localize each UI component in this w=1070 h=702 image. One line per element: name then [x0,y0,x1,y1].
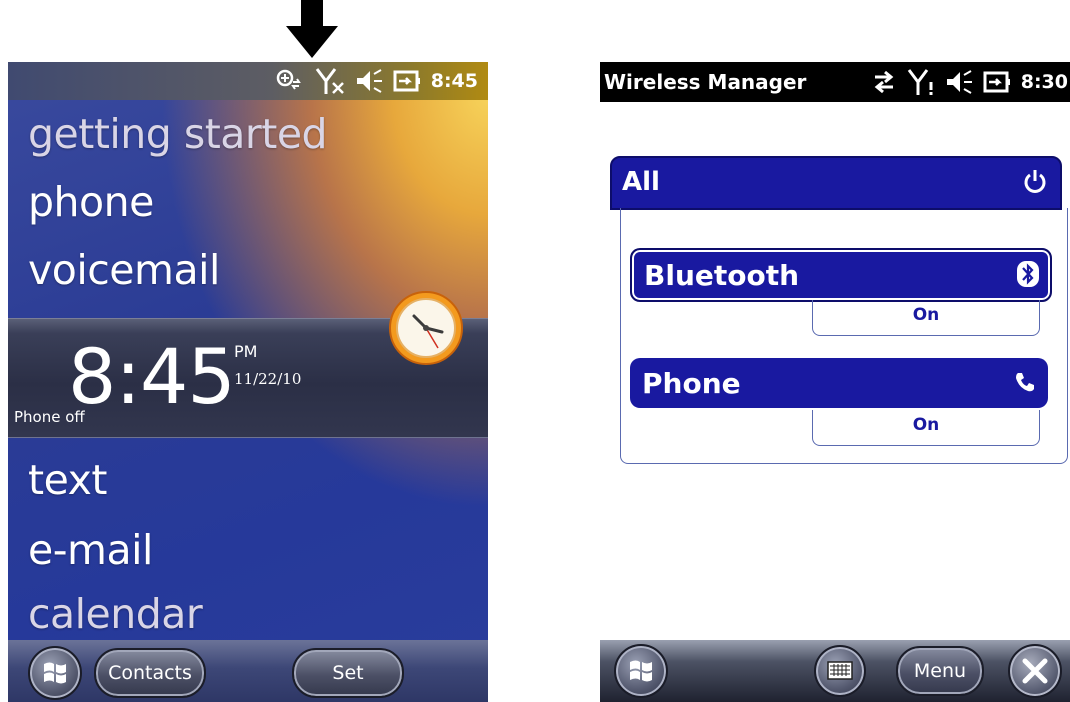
start-button[interactable] [28,646,82,700]
softkey-bar: Contacts Set [8,640,488,702]
bluetooth-toggle[interactable]: Bluetooth [630,248,1052,302]
data-arrows-icon[interactable] [871,69,897,95]
title-bar: Wireless Manager 8:30 [600,62,1070,102]
bluetooth-state[interactable]: On [812,300,1040,336]
clock-date: 11/22/10 [234,370,302,388]
volume-muted-icon[interactable] [355,68,383,94]
contacts-button[interactable]: Contacts [94,648,206,698]
phone-toggle[interactable]: Phone [630,358,1048,408]
clock-ampm: PM [234,342,258,361]
menu-item-text[interactable]: text [28,456,107,504]
status-bar: 8:45 [8,62,488,100]
all-label: All [622,167,660,197]
roaming-icon[interactable] [275,68,305,94]
close-icon [1022,658,1048,684]
keyboard-icon [827,661,853,680]
menu-item-voicemail[interactable]: voicemail [28,246,220,294]
volume-muted-icon[interactable] [945,69,973,95]
status-time[interactable]: 8:45 [431,70,478,92]
app-title: Wireless Manager [604,70,807,94]
menu-item-phone[interactable]: phone [28,178,154,226]
wireless-manager-screen: Wireless Manager 8:30 All Bluetooth On P… [600,62,1070,702]
menu-item-e-mail[interactable]: e-mail [28,526,153,574]
menu-item-calendar[interactable]: calendar [28,590,203,638]
start-button[interactable] [614,644,668,698]
menu-item-getting-started[interactable]: getting started [28,110,328,158]
bluetooth-icon [1017,261,1039,287]
battery-charging-icon[interactable] [983,70,1011,94]
today-screen: 8:45 getting started phone voicemail 8:4… [8,62,488,702]
battery-charging-icon[interactable] [393,69,421,93]
clock-icon [389,291,463,365]
set-button[interactable]: Set [292,648,404,698]
softkey-bar: Menu [600,640,1070,702]
signal-alert-icon[interactable] [907,68,935,96]
phone-status: Phone off [14,408,85,426]
close-button[interactable] [1008,644,1062,698]
windows-logo-icon [44,662,66,684]
no-signal-icon[interactable] [315,67,345,95]
phone-state[interactable]: On [812,410,1040,446]
bluetooth-label: Bluetooth [644,259,800,292]
phone-handset-icon [1016,373,1034,392]
menu-button[interactable]: Menu [896,646,984,696]
phone-label: Phone [642,367,741,400]
keyboard-button[interactable] [814,645,866,697]
power-icon [1024,170,1046,193]
windows-logo-icon [630,660,652,682]
down-arrow-icon [286,0,338,58]
clock-time: 8:45 [68,332,236,421]
status-time[interactable]: 8:30 [1021,71,1068,93]
all-radios-toggle[interactable]: All [610,156,1062,210]
